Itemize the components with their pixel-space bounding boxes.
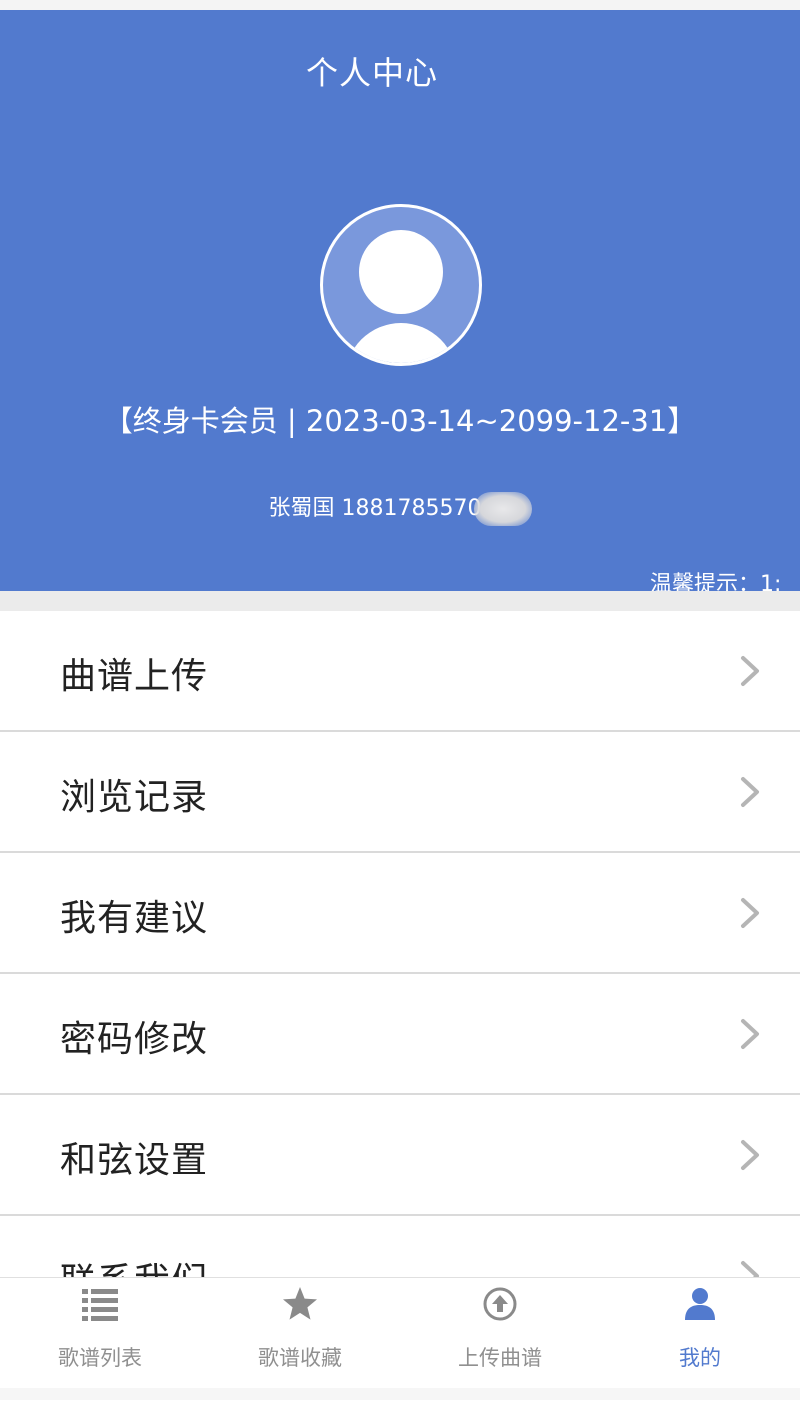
- menu-item-chord-settings[interactable]: 和弦设置: [0, 1095, 800, 1216]
- page-title: 个人中心: [305, 54, 438, 92]
- menu-item-change-password[interactable]: 密码修改: [0, 974, 800, 1095]
- tab-label: 上传曲谱: [458, 1346, 542, 1370]
- menu-item-upload-score[interactable]: 曲谱上传: [0, 611, 800, 732]
- list-icon: [82, 1289, 118, 1321]
- tab-label: 歌谱列表: [58, 1346, 142, 1370]
- user-name: 张蜀国: [268, 496, 335, 521]
- chevron-right-icon: [741, 777, 759, 807]
- menu-item-label: 浏览记录: [60, 777, 209, 818]
- section-divider: [0, 591, 800, 611]
- star-icon: [283, 1287, 317, 1320]
- upload-circle-icon: [483, 1287, 517, 1321]
- tab-favorites[interactable]: 歌谱收藏: [200, 1278, 400, 1401]
- menu-item-label: 我有建议: [60, 898, 209, 939]
- chevron-right-icon: [741, 898, 759, 928]
- tab-label: 歌谱收藏: [258, 1346, 342, 1370]
- user-avatar-icon[interactable]: [320, 204, 482, 366]
- chevron-right-icon: [741, 1140, 759, 1170]
- user-info: 张蜀国 18817855​70: [0, 490, 800, 526]
- menu-item-suggestions[interactable]: 我有建议: [0, 853, 800, 974]
- profile-header: 个人中心 【终身卡会员 | 2023-03-14~2099-12-31】 张蜀国…: [0, 10, 800, 591]
- settings-menu: 曲谱上传 浏览记录 我有建议 密码修改 和弦设置 联系我们: [0, 611, 800, 1337]
- menu-item-label: 密码修改: [60, 1019, 209, 1060]
- bottom-tab-bar: 歌谱列表 歌谱收藏 上传曲谱 我的: [0, 1277, 800, 1401]
- chevron-right-icon: [741, 656, 759, 686]
- person-icon: [685, 1288, 715, 1320]
- tab-label: 我的: [679, 1346, 721, 1370]
- membership-info: 【终身卡会员 | 2023-03-14~2099-12-31】: [103, 404, 697, 438]
- tab-score-list[interactable]: 歌谱列表: [0, 1278, 200, 1401]
- notice-marquee: 温馨提示：1:: [650, 572, 782, 591]
- status-strip: [0, 0, 800, 10]
- tab-upload-score[interactable]: 上传曲谱: [400, 1278, 600, 1401]
- menu-item-browse-history[interactable]: 浏览记录: [0, 732, 800, 853]
- tab-me[interactable]: 我的: [600, 1278, 800, 1401]
- home-indicator-area: [0, 1388, 800, 1400]
- menu-item-label: 和弦设置: [60, 1140, 209, 1181]
- menu-item-label: 曲谱上传: [60, 656, 209, 697]
- redaction-blur: [473, 492, 532, 526]
- user-phone: 18817855​70: [341, 496, 482, 521]
- chevron-right-icon: [741, 1019, 759, 1049]
